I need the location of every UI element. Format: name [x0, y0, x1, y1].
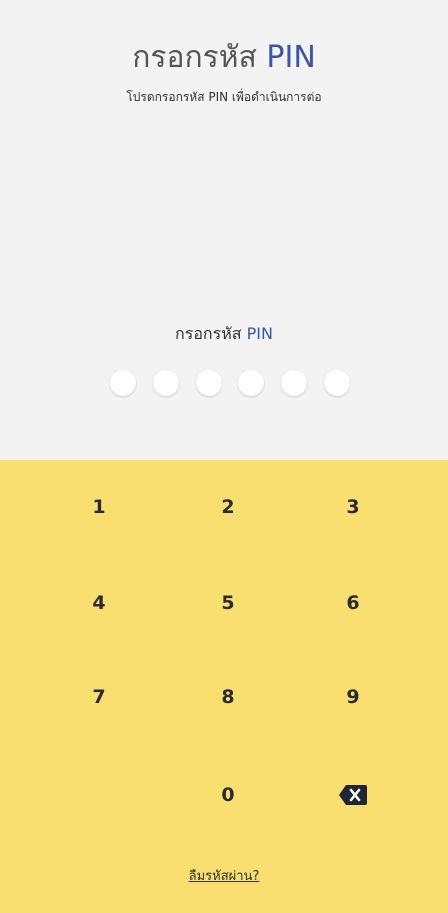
key-2[interactable]: 2 [173, 477, 283, 537]
page-title: กรอกรหัส PIN [0, 38, 448, 78]
pin-screen-header: กรอกรหัส PIN โปรดกรอกรหัส PIN เพื่อดำเนิ… [0, 0, 448, 460]
page-subtitle: โปรดกรอกรหัส PIN เพื่อดำเนินการต่อ [126, 90, 322, 104]
pin-dot-2 [152, 370, 179, 396]
pin-dot-5 [281, 370, 308, 396]
backspace-icon [339, 785, 367, 805]
key-1[interactable]: 1 [44, 477, 154, 537]
key-5[interactable]: 5 [173, 573, 283, 633]
pin-dots [110, 370, 350, 398]
page-title-accent: PIN [266, 40, 316, 75]
key-7[interactable]: 7 [44, 667, 154, 727]
key-8[interactable]: 8 [173, 667, 283, 727]
page-title-main: กรอกรหัส [132, 40, 257, 75]
pin-dot-3 [195, 370, 222, 396]
pin-dot-6 [323, 370, 350, 396]
key-6[interactable]: 6 [298, 573, 408, 633]
key-4[interactable]: 4 [44, 573, 154, 633]
forgot-password-link[interactable]: ลืมรหัสผ่าน? [0, 865, 448, 886]
pin-label-main: กรอกรหัส [175, 324, 242, 343]
pin-dot-1 [110, 370, 136, 396]
backspace-button[interactable] [298, 765, 408, 825]
pin-label-accent: PIN [246, 324, 273, 343]
numeric-keypad: 1 2 3 4 5 6 7 8 9 0 ลืมรหัสผ่าน? [0, 460, 448, 913]
key-0[interactable]: 0 [173, 765, 283, 825]
pin-label: กรอกรหัส PIN [0, 322, 448, 346]
key-3[interactable]: 3 [298, 477, 408, 537]
key-9[interactable]: 9 [298, 667, 408, 727]
pin-dot-4 [238, 370, 265, 396]
